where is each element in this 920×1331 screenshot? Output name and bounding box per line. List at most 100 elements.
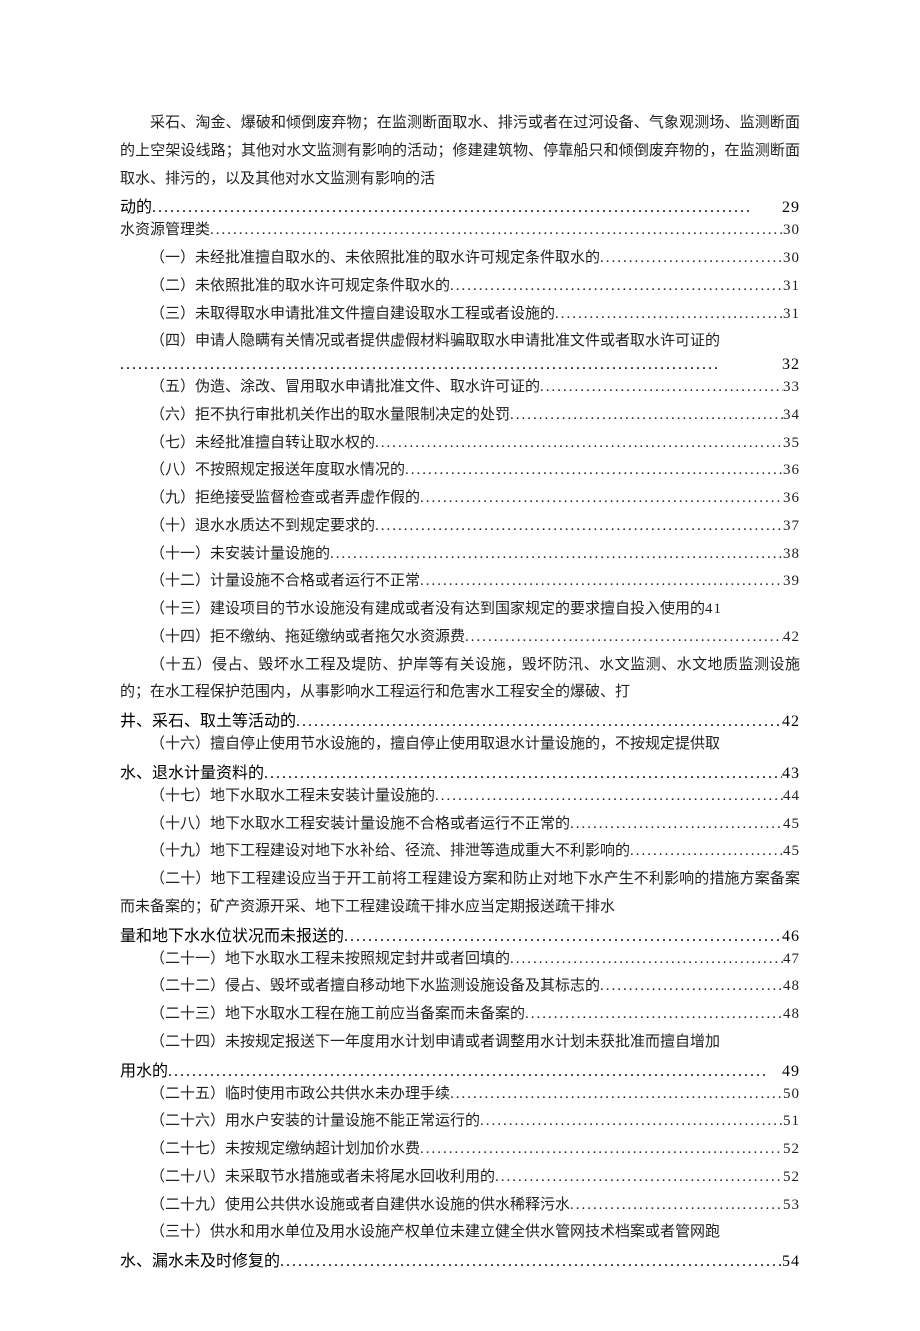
- toc-page-number: 48: [783, 1001, 800, 1029]
- toc-item[interactable]: （八）不按照规定报送年度取水情况的36: [120, 457, 800, 485]
- toc-item-label: （十九）地下工程建设对地下水补给、径流、排泄等造成重大不利影响的: [150, 838, 630, 866]
- toc-prelude-tail: 动的: [120, 193, 152, 217]
- leader-dots: [344, 928, 782, 946]
- toc-section-heading[interactable]: 水资源管理类 30: [120, 217, 800, 245]
- leader-dots: [168, 1063, 782, 1081]
- leader-dots: [450, 273, 783, 301]
- toc-item-label: （八）不按照规定报送年度取水情况的: [150, 457, 405, 485]
- toc-item-label: （二十七）未按规定缴纳超计划加价水费: [150, 1136, 420, 1164]
- leader-dots: [210, 217, 783, 245]
- toc-page-number: 31: [783, 301, 800, 329]
- toc-page-number: 43: [782, 765, 800, 783]
- toc-page-number: 29: [782, 199, 800, 217]
- toc-item-label: （十一）未安装计量设施的: [150, 541, 330, 569]
- toc-item-label: （三）未取得取水申请批准文件擅自建设取水工程或者设施的: [150, 301, 555, 329]
- toc-item-label: （六）拒不执行审批机关作出的取水量限制决定的处罚: [150, 402, 510, 430]
- toc-item-tail: 井、采石、取土等活动的: [120, 707, 296, 731]
- leader-dots: [525, 1001, 783, 1029]
- toc-item[interactable]: （二十五）临时使用市政公共供水未办理手续50: [120, 1081, 800, 1109]
- toc-item-body: （十五）侵占、毁坏水工程及堤防、护岸等有关设施，毁坏防汛、水文监测、水文地质监测…: [120, 652, 800, 708]
- toc-item[interactable]: （五）伪造、涂改、冒用取水申请批准文件、取水许可证的 33: [120, 374, 800, 402]
- toc-item[interactable]: （十二）计量设施不合格或者运行不正常39: [120, 568, 800, 596]
- toc-item-label: （十四）拒不缴纳、拖延缴纳或者拖欠水资源费: [150, 624, 465, 652]
- toc-page-number: 51: [783, 1108, 800, 1136]
- toc-page-number: 30: [783, 245, 800, 273]
- toc-item-label: （七）未经批准擅自转让取水权的: [150, 430, 375, 458]
- toc-item[interactable]: （二十二）侵占、毁坏或者擅自移动地下水监测设施设备及其标志的48: [120, 973, 800, 1001]
- leader-dots: [264, 765, 782, 783]
- toc-item-label: （二十一）地下水取水工程未按照规定封井或者回填的: [150, 946, 510, 974]
- toc-item[interactable]: （十八）地下水取水工程安装计量设施不合格或者运行不正常的45: [120, 811, 800, 839]
- toc-page-number: 32: [782, 356, 800, 374]
- toc-item-tail: 用水的: [120, 1057, 168, 1081]
- toc-item[interactable]: （十四）拒不缴纳、拖延缴纳或者拖欠水资源费 42: [120, 624, 800, 652]
- toc-item-label: （二）未依照批准的取水许可规定条件取水的: [150, 273, 450, 301]
- toc-page-number: 37: [783, 513, 800, 541]
- toc-item[interactable]: （二十七）未按规定缴纳超计划加价水费52: [120, 1136, 800, 1164]
- toc-item-body: （二十）地下工程建设应当于开工前将工程建设方案和防止对地下水产生不利影响的措施方…: [120, 866, 800, 922]
- toc-item[interactable]: （九）拒绝接受监督检查或者弄虚作假的36: [120, 485, 800, 513]
- toc-item-tail-line[interactable]: 水、退水计量资料的43: [120, 759, 800, 783]
- toc-page-number: 41: [705, 596, 722, 624]
- toc-item[interactable]: （二）未依照批准的取水许可规定条件取水的31: [120, 273, 800, 301]
- toc-item-body: （二十四）未按规定报送下一年度用水计划申请或者调整用水计划未获批准而擅自增加: [120, 1029, 800, 1057]
- leader-dots: [375, 430, 783, 458]
- toc-item-label: （二十六）用水户安装的计量设施不能正常运行的: [150, 1108, 480, 1136]
- leader-dots: [280, 1253, 782, 1271]
- leader-dots: [420, 568, 783, 596]
- leader-dots: [405, 457, 783, 485]
- toc-item-tail-line[interactable]: 用水的49: [120, 1057, 800, 1081]
- toc-page-number: 30: [783, 217, 800, 245]
- toc-item-label: （一）未经批准擅自取水的、未依照批准的取水许可规定条件取水的: [150, 245, 600, 273]
- leader-dots: [495, 1164, 783, 1192]
- toc-item-tail-line[interactable]: 量和地下水水位状况而未报送的46: [120, 922, 800, 946]
- toc-item-tail-line[interactable]: 水、漏水未及时修复的54: [120, 1247, 800, 1271]
- leader-dots: [510, 946, 783, 974]
- leader-dots: [540, 374, 783, 402]
- leader-dots: [510, 402, 783, 430]
- toc-page-number: 48: [783, 973, 800, 1001]
- leader-dots: [420, 485, 783, 513]
- toc-item[interactable]: （十九）地下工程建设对地下水补给、径流、排泄等造成重大不利影响的 45: [120, 838, 800, 866]
- toc-item-tail-line[interactable]: 井、采石、取土等活动的42: [120, 707, 800, 731]
- toc-page-number: 46: [782, 928, 800, 946]
- toc-page-number: 44: [783, 783, 800, 811]
- toc-page-number: 39: [783, 568, 800, 596]
- toc-page-number: 33: [783, 374, 800, 402]
- toc-item[interactable]: （二十六）用水户安装的计量设施不能正常运行的 51: [120, 1108, 800, 1136]
- toc-item[interactable]: （七）未经批准擅自转让取水权的35: [120, 430, 800, 458]
- toc-item-tail: 水、漏水未及时修复的: [120, 1247, 280, 1271]
- toc-item[interactable]: （十）退水水质达不到规定要求的 37: [120, 513, 800, 541]
- toc-item-label: （十三）建设项目的节水设施没有建成或者没有达到国家规定的要求擅自投入使用的: [150, 596, 705, 624]
- leader-dots: [296, 713, 782, 731]
- toc-item[interactable]: （六）拒不执行审批机关作出的取水量限制决定的处罚34: [120, 402, 800, 430]
- toc-page-number: 45: [783, 838, 800, 866]
- toc-item[interactable]: （二十三）地下水取水工程在施工前应当备案而未备案的48: [120, 1001, 800, 1029]
- leader-dots: [465, 624, 783, 652]
- toc-item[interactable]: （二十九）使用公共供水设施或者自建供水设施的供水稀释污水53: [120, 1192, 800, 1220]
- toc-item[interactable]: （十三）建设项目的节水设施没有建成或者没有达到国家规定的要求擅自投入使用的 41: [120, 596, 800, 624]
- leader-dots: [435, 783, 783, 811]
- toc-page-number: 38: [783, 541, 800, 569]
- toc-page-number: 45: [783, 811, 800, 839]
- leader-dots: [480, 1108, 783, 1136]
- toc-page-number: 42: [783, 624, 800, 652]
- toc-item[interactable]: （十七）地下水取水工程未安装计量设施的44: [120, 783, 800, 811]
- toc-item-label: （二十五）临时使用市政公共供水未办理手续: [150, 1081, 450, 1109]
- toc-item[interactable]: （二十八）未采取节水措施或者未将尾水回收利用的52: [120, 1164, 800, 1192]
- toc-item[interactable]: （一）未经批准擅自取水的、未依照批准的取水许可规定条件取水的 30: [120, 245, 800, 273]
- toc-item-label: （十）退水水质达不到规定要求的: [150, 513, 375, 541]
- leader-dots: [630, 838, 783, 866]
- leader-dots: [600, 245, 783, 273]
- leader-dots: [450, 1081, 783, 1109]
- toc-item[interactable]: （二十一）地下水取水工程未按照规定封井或者回填的47: [120, 946, 800, 974]
- toc-item-label: （五）伪造、涂改、冒用取水申请批准文件、取水许可证的: [150, 374, 540, 402]
- leader-dots: [420, 1136, 783, 1164]
- leader-dots: [570, 1192, 783, 1220]
- toc-item-body: （四）申请人隐瞒有关情况或者提供虚假材料骗取取水申请批准文件或者取水许可证的: [120, 328, 800, 356]
- toc-item[interactable]: （三）未取得取水申请批准文件擅自建设取水工程或者设施的 31: [120, 301, 800, 329]
- toc-page-number: 52: [783, 1164, 800, 1192]
- toc-item[interactable]: （十一）未安装计量设施的 38: [120, 541, 800, 569]
- toc-item-label: （九）拒绝接受监督检查或者弄虚作假的: [150, 485, 420, 513]
- toc-item-tail-line[interactable]: 32: [120, 356, 800, 374]
